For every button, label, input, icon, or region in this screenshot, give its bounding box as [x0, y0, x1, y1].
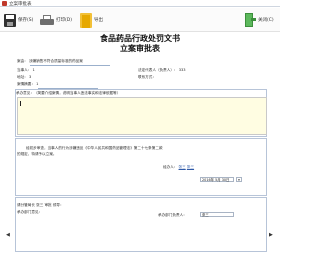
- handler-text-line2: 的规定，特请予以立案。: [17, 152, 57, 156]
- toolbar: 保存(S) 打印(D) 导出 关闭(C): [0, 8, 280, 32]
- reviewer-label: 承办部门负责人：: [158, 213, 187, 217]
- case-source-label: 案由：: [17, 59, 28, 63]
- brief-row: 案情摘要： 1: [17, 82, 38, 87]
- signer-label: 经办人：: [163, 165, 178, 169]
- reviewer-value: 张三: [202, 213, 209, 217]
- signer-1[interactable]: 张三: [179, 165, 186, 169]
- save-button[interactable]: 保存(S): [4, 12, 33, 28]
- suggestion-label: 承办意见：（简要介绍案情，说明当事人违法事实和法律依据等）: [16, 91, 121, 95]
- review-label: 承办部门意见：: [17, 210, 43, 214]
- signer-row: 经办人： 张三 张三: [163, 165, 194, 170]
- date-value: 2016年 5月 30日: [202, 178, 230, 182]
- window-title: 立案审批表: [9, 2, 32, 7]
- date-input[interactable]: 2016年 5月 30日: [200, 177, 234, 182]
- title-bar: 立案审批表: [0, 0, 280, 7]
- save-icon: [4, 13, 16, 27]
- exit-door-icon: [245, 13, 256, 27]
- save-label: 保存(S): [18, 18, 34, 23]
- brief-label: 案情摘要：: [17, 82, 35, 86]
- app-icon: [2, 1, 7, 6]
- address-value[interactable]: 3: [29, 75, 31, 79]
- suggestion-textarea[interactable]: [17, 97, 267, 135]
- text-caret: [20, 101, 21, 106]
- address-row: 地址： 3: [17, 75, 31, 80]
- legal-rep-value[interactable]: 333: [179, 68, 186, 72]
- review-note: 请分管局长 张三 审批 领导：: [17, 203, 64, 208]
- folder-icon: [80, 12, 92, 28]
- phone-row: 联系方式：: [138, 75, 156, 80]
- party-row: 当事人： 1: [17, 68, 35, 73]
- export-label: 导出: [94, 18, 103, 23]
- review-note-text: 请分管局长 张三 审批 领导：: [17, 203, 64, 207]
- review-label-row: 承办部门意见：: [17, 210, 42, 215]
- close-label: 关闭(C): [258, 18, 274, 23]
- prev-arrow-icon[interactable]: ◀: [6, 232, 10, 238]
- reviewer-input[interactable]: 张三: [200, 212, 234, 217]
- document-subtitle: 立案审批表: [120, 43, 160, 53]
- printer-icon: [40, 14, 54, 26]
- print-label: 打印(D): [56, 18, 72, 23]
- legal-rep-row: 法定代表人（负责人）： 333: [138, 68, 186, 73]
- calendar-dropdown-icon: ▾: [238, 178, 240, 182]
- legal-rep-label: 法定代表人（负责人）：: [138, 68, 178, 72]
- phone-label: 联系方式：: [138, 75, 156, 79]
- date-picker-button[interactable]: ▾: [236, 177, 242, 182]
- case-source-underline: [30, 62, 110, 66]
- export-button[interactable]: 导出: [80, 12, 103, 28]
- next-arrow-icon[interactable]: ▶: [269, 232, 273, 238]
- handler-text-line1: 经初步审查，当事人的行为涉嫌违反《中华人民共和国药品管理法》第二十七条第二款: [26, 146, 163, 150]
- signer-2[interactable]: 张三: [187, 165, 194, 169]
- print-button[interactable]: 打印(D): [40, 12, 72, 28]
- party-label: 当事人：: [17, 68, 32, 72]
- reviewer-row: 承办部门负责人：: [158, 213, 187, 218]
- address-label: 地址：: [17, 75, 28, 79]
- party-value[interactable]: 1: [33, 68, 35, 72]
- close-button[interactable]: 关闭(C): [245, 12, 274, 28]
